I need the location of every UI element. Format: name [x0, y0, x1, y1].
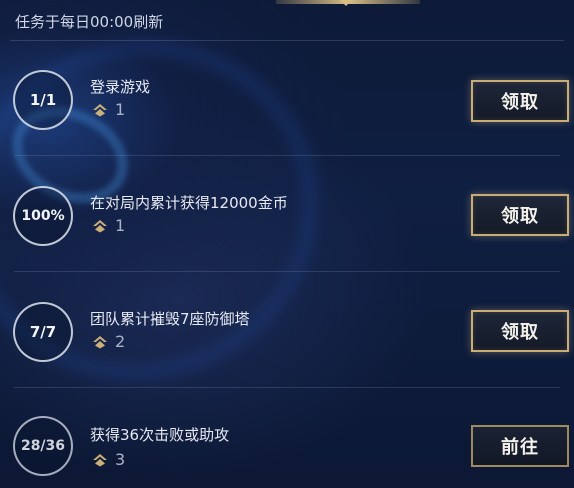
task-row: 1/1 登录游戏 1 领取 — [0, 40, 574, 156]
claim-button[interactable]: 领取 — [471, 194, 569, 236]
reward-chevron-icon — [93, 335, 107, 348]
task-title: 登录游戏 — [90, 78, 151, 96]
claim-button[interactable]: 领取 — [471, 80, 569, 122]
reward-amount: 1 — [115, 100, 126, 119]
go-button[interactable]: 前往 — [471, 425, 569, 467]
tab-arrow-icon — [340, 0, 352, 6]
reward-chevron-icon — [93, 219, 107, 232]
task-row: 7/7 团队累计摧毁7座防御塔 2 领取 — [0, 272, 574, 388]
task-title: 团队累计摧毁7座防御塔 — [90, 310, 250, 328]
reward-amount: 3 — [115, 450, 126, 469]
task-row: 28/36 获得36次击败或助攻 3 前往 — [0, 388, 574, 488]
task-title: 获得36次击败或助攻 — [90, 426, 230, 444]
task-reward: 2 — [91, 332, 125, 351]
task-reward: 1 — [91, 100, 125, 119]
task-title: 在对局内累计获得12000金币 — [90, 194, 288, 212]
task-row: 100% 在对局内累计获得12000金币 1 领取 — [0, 156, 574, 272]
progress-ring: 1/1 — [13, 70, 73, 130]
reward-amount: 1 — [115, 216, 126, 235]
progress-ring: 100% — [13, 186, 73, 246]
reward-chevron-icon — [93, 453, 107, 466]
task-reward: 1 — [91, 216, 125, 235]
reward-chevron-icon — [93, 103, 107, 116]
claim-button[interactable]: 领取 — [471, 310, 569, 352]
refresh-notice: 任务于每日00:00刷新 — [15, 13, 164, 31]
progress-ring: 7/7 — [13, 302, 73, 362]
progress-ring: 28/36 — [13, 416, 73, 476]
reward-amount: 2 — [115, 332, 126, 351]
task-reward: 3 — [91, 450, 125, 469]
